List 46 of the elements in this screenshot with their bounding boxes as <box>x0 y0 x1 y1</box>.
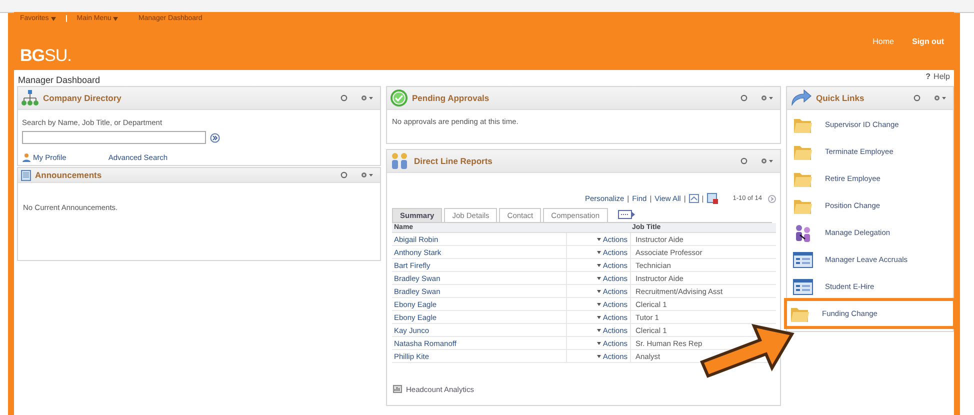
form-icon <box>793 252 813 268</box>
show-all-columns-icon[interactable] <box>618 210 636 219</box>
caret-icon <box>596 264 601 267</box>
panel-title: Announcements <box>35 170 103 180</box>
search-field[interactable] <box>22 131 206 144</box>
person-icon <box>22 153 31 162</box>
zoom-grid-icon[interactable] <box>688 194 699 203</box>
chart-icon <box>393 385 403 394</box>
people-icon <box>390 152 410 170</box>
panel-title: Direct Line Reports <box>414 156 494 166</box>
caret-icon <box>596 251 601 254</box>
next-page-icon[interactable] <box>768 194 776 202</box>
help-link[interactable]: ? Help <box>926 72 950 85</box>
panel-title: Pending Approvals <box>412 93 490 103</box>
page-title: Manager Dashboard <box>18 75 100 85</box>
refresh-icon[interactable] <box>913 94 921 102</box>
logo: BGSU. <box>20 46 72 66</box>
caret-icon <box>596 329 601 332</box>
refresh-icon[interactable] <box>740 157 748 165</box>
org-chart-icon <box>21 90 39 106</box>
caret-icon <box>596 290 601 293</box>
document-icon <box>21 170 31 180</box>
settings-icon[interactable] <box>360 94 374 102</box>
refresh-icon[interactable] <box>740 94 748 102</box>
caret-icon <box>596 342 601 345</box>
form-icon <box>793 278 813 294</box>
curved-arrow-icon <box>790 89 812 107</box>
refresh-icon[interactable] <box>340 94 348 102</box>
caret-icon <box>596 277 601 280</box>
caret-icon <box>596 238 601 241</box>
settings-icon[interactable] <box>760 94 774 102</box>
checkmark-icon <box>390 89 408 107</box>
search-go-icon[interactable] <box>210 132 220 142</box>
caret-icon <box>596 303 601 306</box>
settings-icon[interactable] <box>760 157 774 165</box>
caret-icon <box>50 16 56 20</box>
settings-icon[interactable] <box>360 171 374 179</box>
settings-icon[interactable] <box>933 94 947 102</box>
caret-icon <box>596 316 601 319</box>
panel-title: Company Directory <box>43 93 122 103</box>
refresh-icon[interactable] <box>340 171 348 179</box>
download-icon[interactable] <box>706 193 718 204</box>
caret-icon <box>113 16 118 20</box>
caret-icon <box>596 355 601 358</box>
panel-title: Quick Links <box>816 93 866 103</box>
people-icon <box>793 222 813 242</box>
